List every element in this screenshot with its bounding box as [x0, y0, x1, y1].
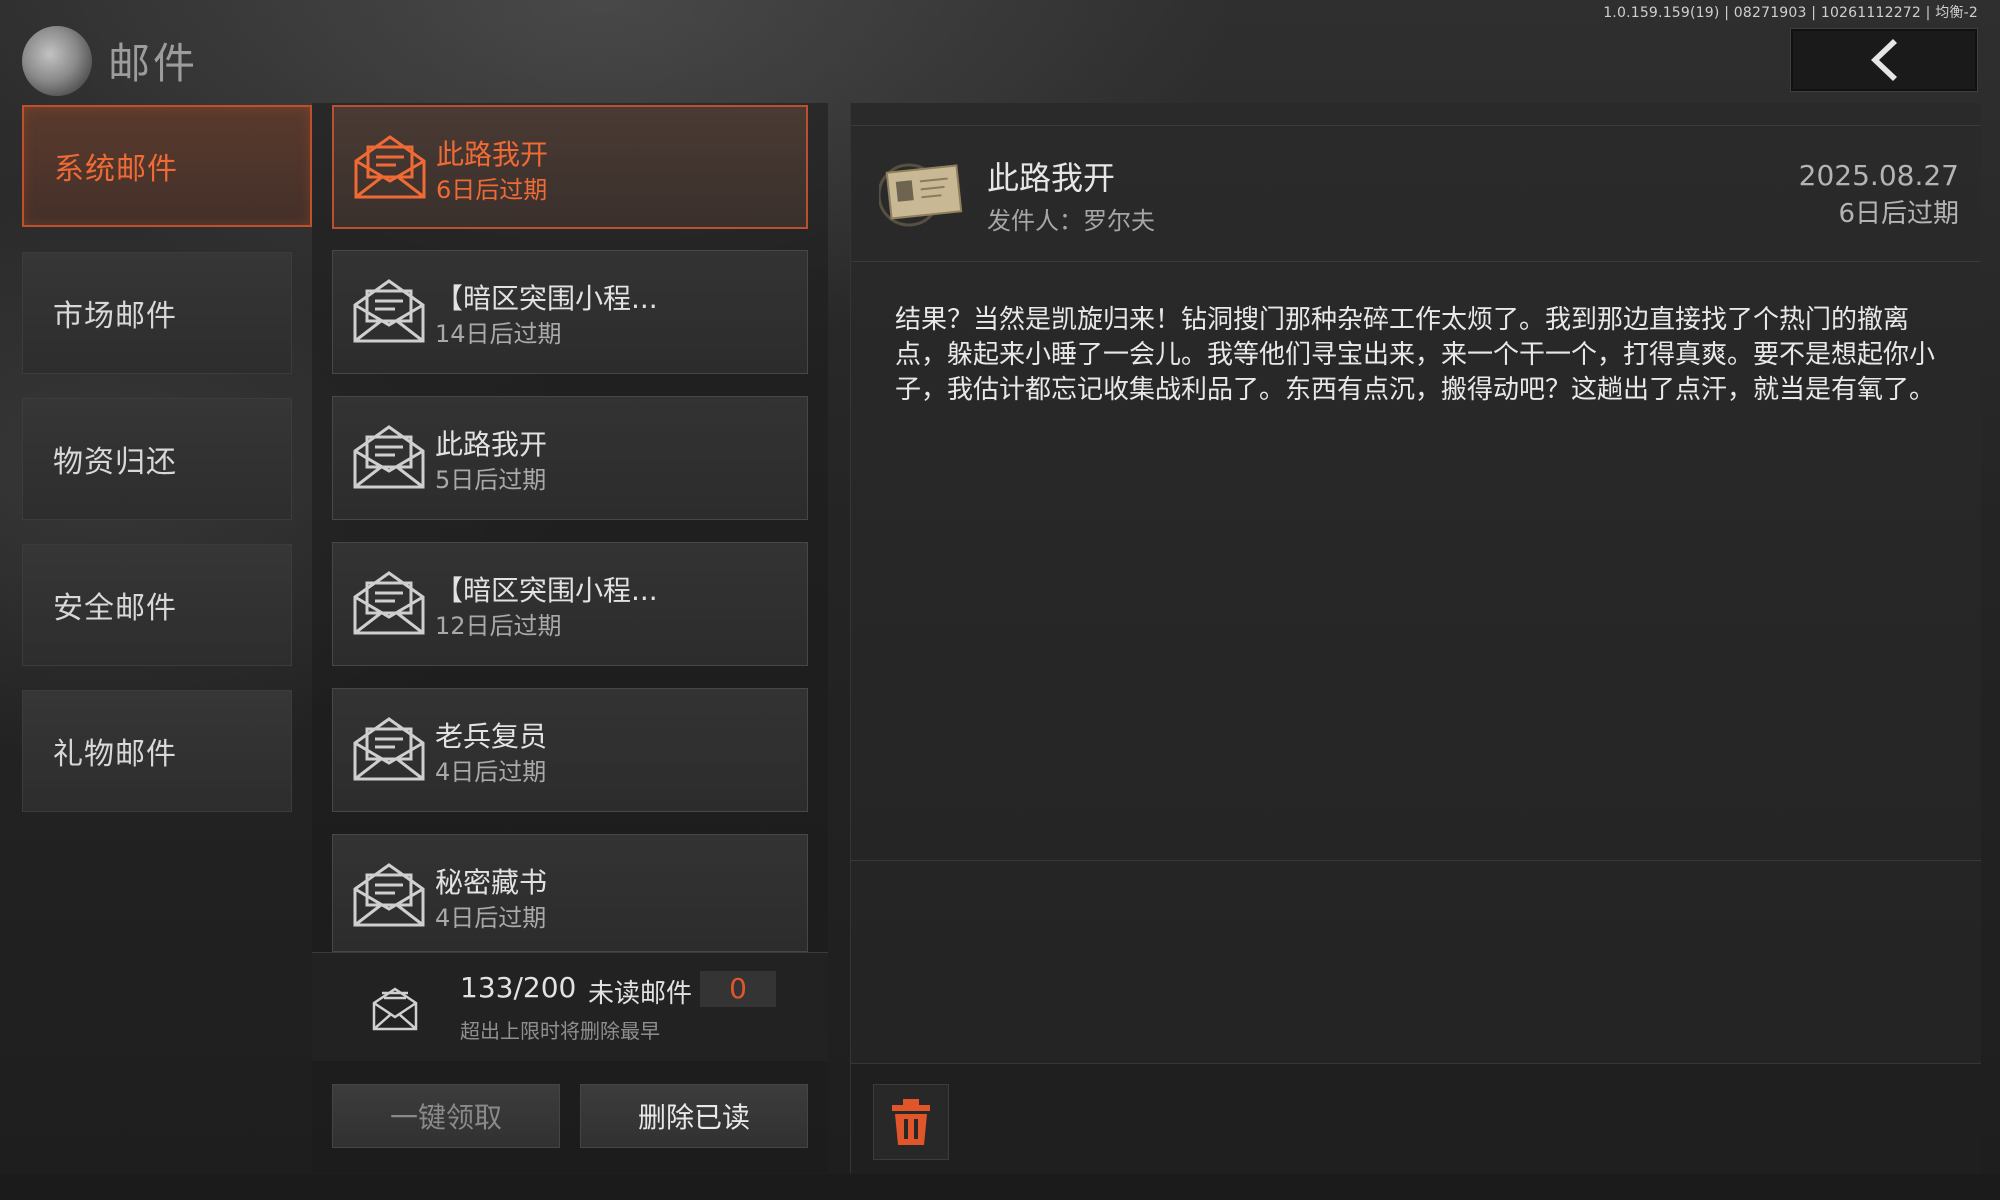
- unread-count-badge: 0: [700, 971, 776, 1007]
- category-security-mail[interactable]: 安全邮件: [22, 544, 292, 666]
- mail-count: 133/200: [460, 971, 577, 1004]
- envelope-icon: [353, 279, 425, 343]
- category-supply-return[interactable]: 物资归还: [22, 398, 292, 520]
- detail-expire: 6日后过期: [1838, 199, 1959, 229]
- detail-body: 结果？当然是凯旋归来！钻洞搜门那种杂碎工作太烦了。我到那边直接找了个热门的撤离点…: [895, 305, 1936, 405]
- claim-all-button[interactable]: 一键领取: [332, 1084, 560, 1148]
- envelope-icon: [353, 571, 425, 635]
- category-label: 市场邮件: [53, 299, 177, 334]
- letter-stamp-icon: [879, 163, 963, 227]
- category-market-mail[interactable]: 市场邮件: [22, 252, 292, 374]
- mail-title: 此路我开: [435, 428, 548, 461]
- category-gift-mail[interactable]: 礼物邮件: [22, 690, 292, 812]
- detail-footer: [851, 1063, 1981, 1174]
- page-title: 邮件: [108, 39, 199, 88]
- mail-item[interactable]: 此路我开 6日后过期: [332, 105, 808, 229]
- mail-title: 【暗区突围小程...: [435, 574, 658, 607]
- category-label: 礼物邮件: [53, 737, 177, 772]
- envelope-icon: [353, 425, 425, 489]
- mail-item[interactable]: 秘密藏书 4日后过期: [332, 834, 808, 952]
- mail-item[interactable]: 此路我开 5日后过期: [332, 396, 808, 520]
- mail-title: 秘密藏书: [435, 866, 548, 899]
- chevron-left-icon: [1871, 39, 1897, 81]
- divider: [851, 261, 1981, 262]
- back-button[interactable]: [1790, 28, 1978, 92]
- globe-logo-icon: [22, 26, 92, 96]
- mail-expire: 6日后过期: [436, 176, 548, 204]
- mail-title: 此路我开: [436, 138, 549, 171]
- divider: [851, 860, 1981, 861]
- mail-item[interactable]: 老兵复员 4日后过期: [332, 688, 808, 812]
- version-info: 1.0.159.159(19) | 08271903 | 10261112272…: [1603, 5, 1978, 21]
- envelope-icon: [353, 863, 425, 927]
- unread-label: 未读邮件: [588, 979, 693, 1009]
- limit-note: 超出上限时将删除最早: [460, 1019, 660, 1043]
- detail-sender: 发件人：罗尔夫: [987, 207, 1155, 235]
- detail-top-strip: [851, 103, 1981, 126]
- delete-read-button[interactable]: 删除已读: [580, 1084, 808, 1148]
- envelope-icon: [354, 135, 426, 199]
- category-label: 系统邮件: [54, 152, 178, 187]
- mail-title: 老兵复员: [435, 720, 548, 753]
- detail-date: 2025.08.27: [1798, 159, 1959, 192]
- bottom-bar: [0, 1174, 2000, 1200]
- mailbox-icon: [372, 987, 418, 1031]
- envelope-icon: [353, 717, 425, 781]
- category-label: 物资归还: [53, 445, 177, 480]
- trash-icon: [892, 1099, 930, 1145]
- category-label: 安全邮件: [53, 591, 177, 626]
- category-system-mail[interactable]: 系统邮件: [22, 105, 312, 227]
- delete-mail-button[interactable]: [873, 1084, 949, 1160]
- mail-expire: 12日后过期: [435, 612, 562, 640]
- mailbox-summary: 133/200 未读邮件 0 超出上限时将删除最早: [312, 952, 828, 1061]
- mail-expire: 4日后过期: [435, 904, 547, 932]
- mail-expire: 14日后过期: [435, 320, 562, 348]
- mail-detail-panel: 此路我开 发件人：罗尔夫 2025.08.27 6日后过期 结果？当然是凯旋归来…: [850, 103, 1981, 1174]
- mail-expire: 4日后过期: [435, 758, 547, 786]
- mail-expire: 5日后过期: [435, 466, 547, 494]
- mail-item[interactable]: 【暗区突围小程... 14日后过期: [332, 250, 808, 374]
- detail-title: 此路我开: [987, 159, 1116, 197]
- mail-title: 【暗区突围小程...: [435, 282, 658, 315]
- mail-item[interactable]: 【暗区突围小程... 12日后过期: [332, 542, 808, 666]
